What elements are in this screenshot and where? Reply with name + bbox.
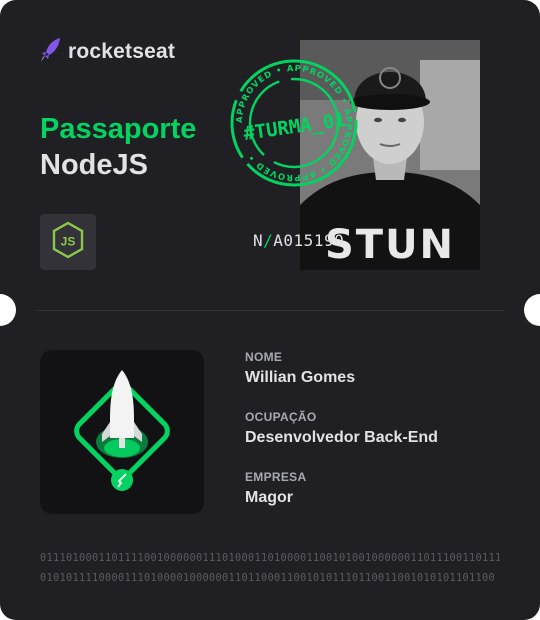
holder-occupation-field: Ocupação Desenvolvedor Back-End (245, 410, 438, 447)
brand-name: rocketseat (68, 40, 176, 63)
passport-title: Passaporte (40, 113, 197, 145)
holder-name-label: Nome (245, 350, 283, 364)
passport-number-value: A015190 (273, 231, 345, 250)
binary-code-line-2: 0101011110000111010000100000011011000110… (40, 572, 495, 584)
card-divider (36, 310, 504, 311)
holder-name-field: Nome Willian Gomes (245, 350, 355, 387)
holder-name-value: Willian Gomes (245, 369, 356, 386)
ticket-notch-right (524, 294, 540, 326)
binary-code-line-1: 0111010001101111001000000111010001101000… (40, 552, 500, 564)
tech-badge: JS (40, 214, 96, 270)
holder-company-label: Empresa (245, 470, 307, 484)
ticket-notch-left (0, 294, 16, 326)
passport-number-separator: / (263, 231, 274, 250)
passport-number: N/A015190 (253, 231, 344, 250)
holder-company-field: Empresa Magor (245, 470, 306, 507)
holder-occupation-label: Ocupação (245, 410, 317, 424)
rocket-badge (40, 350, 204, 514)
passport-number-prefix: N (253, 231, 264, 250)
svg-text:JS: JS (61, 234, 76, 248)
svg-text:STUN: STUN (325, 222, 455, 268)
brand-logo: rocketseat (40, 37, 176, 68)
passport-card: rocketseat Passaporte NodeJS JS STUN APP… (0, 0, 540, 620)
rocket-logo-icon (40, 37, 62, 68)
passport-track: NodeJS (40, 149, 148, 181)
nodejs-icon: JS (51, 221, 85, 264)
holder-occupation-value: Desenvolvedor Back-End (245, 429, 438, 446)
stamp-text: #TURMA_01 (242, 109, 347, 145)
approved-stamp: APPROVED • APPROVED • APPROVED • APPROVE… (228, 57, 360, 189)
holder-company-value: Magor (245, 489, 293, 506)
